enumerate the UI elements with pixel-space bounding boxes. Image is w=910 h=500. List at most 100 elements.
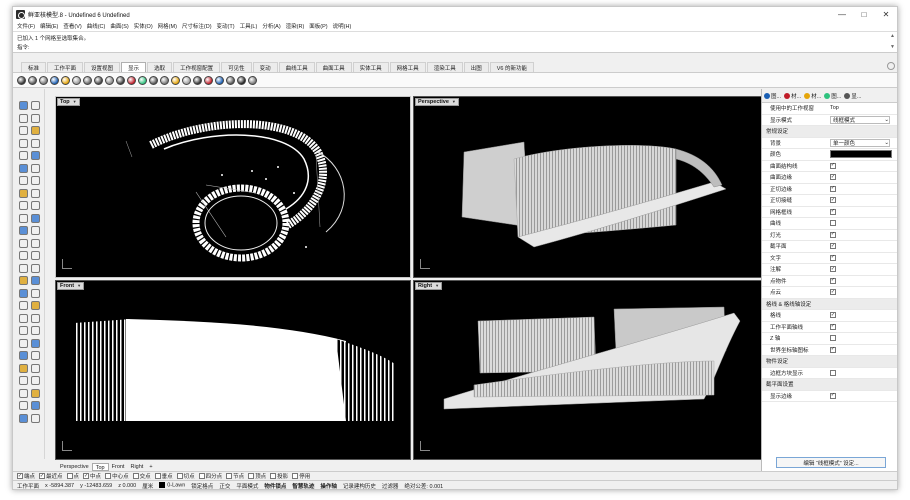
toolbar-tab[interactable]: 实体工具: [352, 62, 389, 72]
property-checkbox[interactable]: ✓: [830, 185, 836, 192]
display-mode-icon[interactable]: [182, 75, 191, 85]
tool-icon[interactable]: [19, 388, 28, 398]
tool-icon[interactable]: [31, 201, 40, 210]
display-mode-icon[interactable]: [248, 75, 257, 85]
tool-icon[interactable]: [31, 101, 40, 110]
toolbar-tab[interactable]: 设置视图: [84, 62, 121, 72]
tool-icon[interactable]: [31, 113, 40, 123]
tool-icon[interactable]: [31, 376, 40, 385]
status-toggle[interactable]: 物件锁点: [264, 482, 286, 490]
tool-icon[interactable]: [19, 138, 28, 148]
tool-icon[interactable]: [19, 188, 28, 198]
viewport-tab[interactable]: Top: [91, 462, 109, 471]
viewport-perspective[interactable]: Perspective ▼: [413, 96, 771, 278]
panel-tab[interactable]: 显...: [844, 92, 861, 100]
display-mode-icon[interactable]: [226, 75, 235, 85]
tool-icon[interactable]: [31, 401, 40, 410]
viewport-label-top[interactable]: Top ▼: [57, 98, 80, 106]
tool-icon[interactable]: [31, 226, 40, 235]
display-mode-icon[interactable]: [94, 75, 103, 85]
property-checkbox[interactable]: ✓: [830, 174, 836, 181]
display-mode-icon[interactable]: [160, 75, 169, 85]
tool-icon[interactable]: [19, 213, 28, 223]
osnap-checkbox[interactable]: [226, 473, 233, 479]
tool-icon[interactable]: [31, 288, 40, 298]
menu-item[interactable]: 曲面(S): [110, 22, 128, 30]
property-checkbox[interactable]: ✓: [830, 208, 836, 215]
tool-icon[interactable]: [19, 163, 28, 173]
display-mode-icon[interactable]: [61, 75, 70, 85]
osnap-option[interactable]: 交点: [132, 472, 151, 480]
osnap-option[interactable]: 切点: [176, 472, 195, 480]
toolbar-tab[interactable]: 工作视窗配置: [173, 62, 221, 72]
menu-item[interactable]: 工具(L): [240, 22, 258, 30]
viewport-label-front[interactable]: Front ▼: [57, 282, 85, 290]
status-toggle[interactable]: 操作轴: [320, 482, 337, 490]
osnap-checkbox[interactable]: [154, 473, 161, 479]
property-checkbox[interactable]: ✓: [830, 289, 836, 296]
tool-icon[interactable]: [31, 388, 40, 398]
osnap-option[interactable]: 顶点: [248, 472, 266, 480]
toolbar-tab[interactable]: 网格工具: [389, 62, 426, 72]
tool-icon[interactable]: [31, 213, 40, 223]
display-mode-icon[interactable]: [28, 75, 37, 85]
toolbar-tab[interactable]: 出图: [463, 62, 489, 72]
osnap-checkbox[interactable]: ✓: [83, 473, 90, 479]
osnap-option[interactable]: 停用: [292, 472, 310, 480]
menu-item[interactable]: 渲染(R): [286, 22, 305, 30]
tool-icon[interactable]: [19, 376, 28, 385]
menu-item[interactable]: 分析(A): [262, 22, 280, 30]
tool-icon[interactable]: [31, 263, 40, 273]
menu-item[interactable]: 尺寸标注(D): [182, 22, 212, 30]
menu-item[interactable]: 变动(T): [217, 22, 235, 30]
property-checkbox[interactable]: ✓: [830, 197, 836, 204]
display-mode-icon[interactable]: [127, 75, 136, 85]
close-button[interactable]: ✕: [875, 7, 897, 21]
property-checkbox[interactable]: ✓: [830, 323, 836, 330]
tool-icon[interactable]: [31, 251, 40, 260]
status-toggle[interactable]: 绝对公差: 0.001: [404, 482, 443, 490]
tool-icon[interactable]: [19, 288, 28, 298]
osnap-option[interactable]: 四分点: [198, 472, 222, 480]
osnap-checkbox[interactable]: [176, 473, 183, 479]
status-layer[interactable]: 0-Lawn: [159, 482, 185, 489]
tool-icon[interactable]: [31, 238, 40, 248]
tool-icon[interactable]: [31, 326, 40, 335]
tool-icon[interactable]: [19, 326, 28, 335]
tool-icon[interactable]: [19, 338, 28, 348]
menu-item[interactable]: 面板(P): [309, 22, 327, 30]
tool-icon[interactable]: [31, 413, 40, 423]
tool-icon[interactable]: [19, 401, 28, 410]
property-checkbox[interactable]: ✓: [830, 254, 836, 261]
tool-icon[interactable]: [31, 126, 40, 135]
tool-icon[interactable]: [19, 113, 28, 123]
display-mode-icon[interactable]: [17, 75, 26, 85]
scroll-down-icon[interactable]: ▼: [890, 44, 895, 50]
toolbar-tab[interactable]: 曲线工具: [278, 62, 315, 72]
panel-tab[interactable]: 材...: [784, 92, 801, 100]
display-mode-icon[interactable]: [83, 75, 92, 85]
property-checkbox[interactable]: ✓: [830, 162, 836, 169]
property-checkbox[interactable]: ✓: [830, 243, 836, 250]
tool-icon[interactable]: [19, 126, 28, 135]
tool-icon[interactable]: [19, 176, 28, 185]
display-mode-icon[interactable]: [72, 75, 81, 85]
osnap-option[interactable]: ✓ 最近点: [39, 472, 63, 480]
tool-icon[interactable]: [19, 238, 28, 248]
color-swatch[interactable]: [830, 150, 892, 159]
property-checkbox[interactable]: ✓: [830, 231, 836, 238]
toolbar-tab[interactable]: 渲染工具: [426, 62, 463, 72]
panel-tab[interactable]: 图...: [824, 92, 841, 100]
maximize-button[interactable]: □: [853, 7, 875, 21]
tool-icon[interactable]: [19, 263, 28, 273]
property-checkbox[interactable]: ✓: [830, 346, 836, 353]
osnap-option[interactable]: ✓ 端点: [17, 472, 35, 480]
toolbar-tab[interactable]: 显示: [121, 62, 147, 72]
osnap-option[interactable]: 节点: [226, 472, 244, 480]
tool-icon[interactable]: [19, 226, 28, 235]
tool-icon[interactable]: [19, 363, 28, 373]
edit-display-mode-button[interactable]: 编辑 “线框模式” 设定...: [776, 457, 886, 468]
tool-icon[interactable]: [31, 138, 40, 148]
tool-icon[interactable]: [19, 201, 28, 210]
display-mode-icon[interactable]: [171, 75, 180, 85]
